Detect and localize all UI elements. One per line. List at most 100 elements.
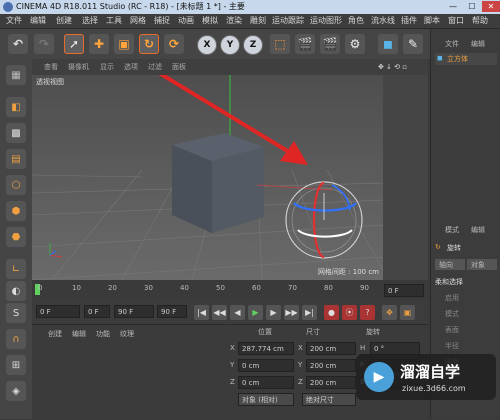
scale-tool-icon[interactable]: ▣ [114, 34, 134, 54]
keyframe-selection-icon[interactable]: ? [360, 305, 375, 320]
cube-primitive-icon[interactable]: ◼ [378, 34, 398, 54]
axis-mode-icon[interactable]: ∟ [6, 259, 26, 279]
material-menu-texture[interactable]: 纹理 [120, 329, 134, 339]
coord-mode-select[interactable]: 对象 (相对) [238, 393, 294, 406]
viewport-nav-icons[interactable]: ✥ ↓ ⟲ ▫ [378, 59, 407, 75]
menu-item-character[interactable]: 角色 [348, 14, 364, 28]
pen-spline-icon[interactable]: ✎ [403, 34, 423, 54]
move-tool-icon[interactable]: ✚ [89, 34, 109, 54]
goto-start-icon[interactable]: |◀ [194, 305, 209, 320]
attr-subtab-object[interactable]: 对象 [467, 259, 497, 270]
objects-tab-file[interactable]: 文件 [445, 39, 459, 49]
select-cursor-icon[interactable]: ➚ [64, 34, 84, 54]
attr-subtab-axis[interactable]: 轴向 [435, 259, 465, 270]
position-x-field[interactable]: 287.774 cm [238, 342, 294, 355]
snap-icon[interactable]: S [6, 303, 26, 323]
attr-tab-edit[interactable]: 编辑 [471, 225, 485, 235]
undo-icon[interactable]: ↶ [8, 34, 28, 54]
prev-frame-icon[interactable]: ◀ [230, 305, 245, 320]
perspective-viewport[interactable]: 透视视图 网格间距 : 100 cm [32, 75, 383, 280]
record-icon[interactable]: ● [324, 305, 339, 320]
object-list-row[interactable]: ◼ 立方体 [435, 53, 497, 65]
end-frame-field[interactable]: 90 F [157, 305, 187, 318]
menu-item-snap[interactable]: 捕捉 [154, 14, 170, 28]
polygon-mode-icon[interactable]: ⬣ [6, 227, 26, 247]
menu-item-pipeline[interactable]: 流水线 [371, 14, 395, 28]
viewport-menu-camera[interactable]: 摄像机 [68, 59, 89, 75]
menu-item-plugins[interactable]: 插件 [401, 14, 417, 28]
goto-end-icon[interactable]: ▶| [302, 305, 317, 320]
minimize-button[interactable]: — [444, 1, 462, 12]
menu-item-motion-tracking[interactable]: 运动跟踪 [272, 14, 304, 28]
next-frame-icon[interactable]: ▶ [266, 305, 281, 320]
viewport-menu-panel[interactable]: 面板 [172, 59, 186, 75]
tick-0: 0 [38, 284, 43, 292]
object-name-cube[interactable]: 立方体 [447, 54, 468, 64]
objects-tab-edit[interactable]: 编辑 [471, 39, 485, 49]
preview-start-field[interactable]: 0 F [84, 305, 110, 318]
start-frame-field[interactable]: 0 F [36, 305, 80, 318]
autokey-icon[interactable]: ⦿ [342, 305, 357, 320]
maximize-button[interactable]: ☐ [463, 1, 481, 12]
menu-item-help[interactable]: 帮助 [472, 14, 488, 28]
position-y-field[interactable]: 0 cm [238, 359, 294, 372]
y-axis-lock-button[interactable]: Y [220, 35, 240, 55]
size-x-field[interactable]: 200 cm [306, 342, 356, 355]
menu-item-sculpt[interactable]: 雕刻 [250, 14, 266, 28]
viewport-menu-view[interactable]: 查看 [44, 59, 58, 75]
grid-lock-icon[interactable]: ⊞ [6, 355, 26, 375]
size-mode-select[interactable]: 绝对尺寸 [302, 393, 356, 406]
timeline-ruler[interactable]: 0 10 20 30 40 50 60 70 80 90 0 F [32, 280, 428, 300]
texture-mode-icon[interactable]: ▩ [6, 123, 26, 143]
redo-icon[interactable]: ↷ [34, 34, 54, 54]
play-icon[interactable]: ▶ [248, 305, 263, 320]
menu-item-window[interactable]: 窗口 [448, 14, 464, 28]
scale-key-icon[interactable]: ▣ [400, 305, 415, 320]
menu-item-select[interactable]: 选择 [82, 14, 98, 28]
menu-item-file[interactable]: 文件 [6, 14, 22, 28]
material-menu-edit[interactable]: 编辑 [72, 329, 86, 339]
material-menu-function[interactable]: 功能 [96, 329, 110, 339]
size-z-field[interactable]: 200 cm [306, 376, 356, 389]
viewport-menu-display[interactable]: 显示 [100, 59, 114, 75]
edge-mode-icon[interactable]: ⬢ [6, 201, 26, 221]
menu-item-tools[interactable]: 工具 [106, 14, 122, 28]
z-axis-lock-button[interactable]: Z [243, 35, 263, 55]
menu-item-mesh[interactable]: 网格 [130, 14, 146, 28]
tweak-mode-icon[interactable]: ◐ [6, 281, 26, 301]
menu-item-simulate[interactable]: 模拟 [202, 14, 218, 28]
menu-item-edit[interactable]: 编辑 [30, 14, 46, 28]
menu-item-script[interactable]: 脚本 [424, 14, 440, 28]
viewport-menu-filter[interactable]: 过滤 [148, 59, 162, 75]
magnet-icon[interactable]: ∩ [6, 329, 26, 349]
attr-tab-mode[interactable]: 模式 [445, 225, 459, 235]
size-y-field[interactable]: 200 cm [306, 359, 356, 372]
cube-object[interactable] [172, 133, 264, 233]
menu-item-create[interactable]: 创建 [56, 14, 72, 28]
point-mode-icon[interactable]: ⬡ [6, 175, 26, 195]
viewport-label: 透视视图 [36, 78, 64, 86]
x-axis-lock-button[interactable]: X [197, 35, 217, 55]
render-settings-icon[interactable]: ⚙ [345, 34, 365, 54]
make-editable-icon[interactable]: ▦ [6, 65, 26, 85]
render-picture-icon[interactable]: 🎬 [320, 34, 340, 54]
viewport-menu-options[interactable]: 选项 [124, 59, 138, 75]
next-key-icon[interactable]: ▶▶ [284, 305, 299, 320]
prev-key-icon[interactable]: ◀◀ [212, 305, 227, 320]
material-menu-create[interactable]: 创建 [48, 329, 62, 339]
model-mode-icon[interactable]: ◧ [6, 97, 26, 117]
menu-item-mograph[interactable]: 运动图形 [310, 14, 342, 28]
position-z-field[interactable]: 0 cm [238, 376, 294, 389]
workplane-mode-icon[interactable]: ▤ [6, 149, 26, 169]
recent-tool-icon[interactable]: ⟳ [164, 34, 184, 54]
close-button[interactable]: ✕ [482, 1, 500, 12]
coordinate-system-icon[interactable]: ⬚ [270, 34, 290, 54]
position-key-icon[interactable]: ✥ [382, 305, 397, 320]
quick-shading-icon[interactable]: ◈ [6, 381, 26, 401]
preview-end-field[interactable]: 90 F [114, 305, 154, 318]
render-view-icon[interactable]: 🎬 [295, 34, 315, 54]
rotate-tool-icon[interactable]: ↻ [139, 34, 159, 54]
menu-item-animate[interactable]: 动画 [178, 14, 194, 28]
menu-item-render[interactable]: 渲染 [226, 14, 242, 28]
current-frame-field[interactable]: 0 F [384, 284, 424, 297]
